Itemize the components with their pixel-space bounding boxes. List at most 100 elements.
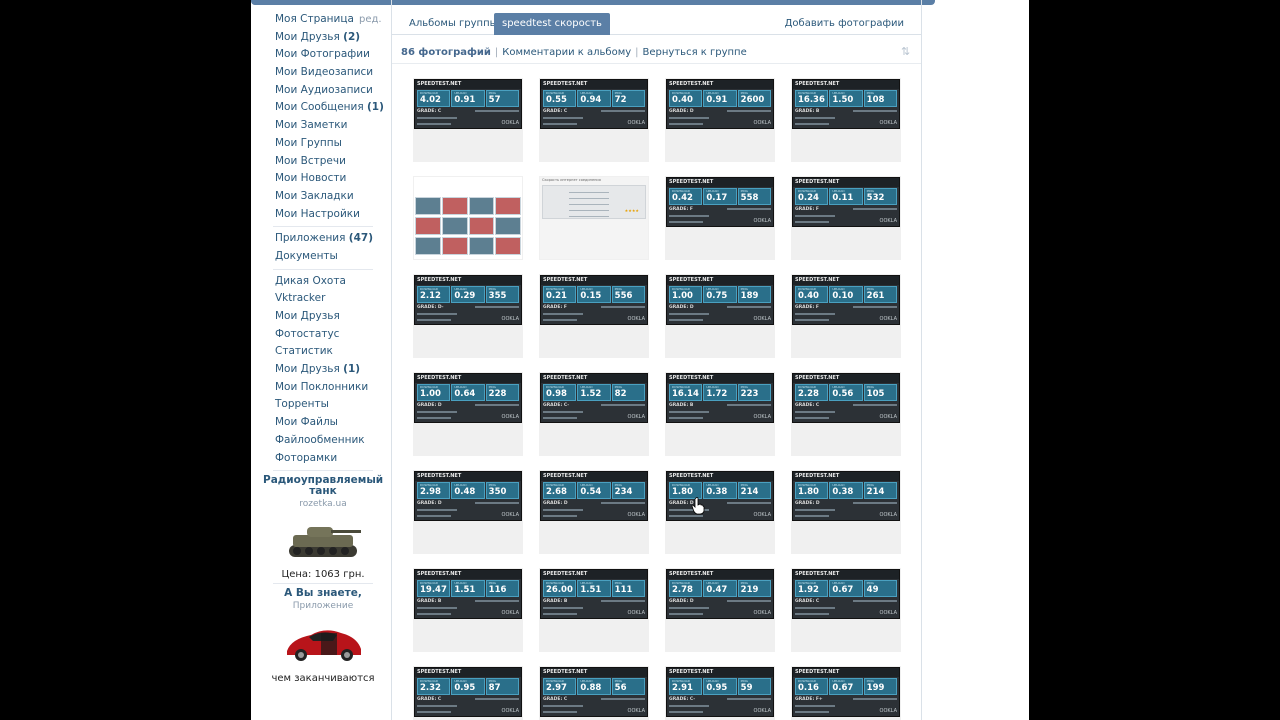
speedtest-up-value: 0.88 <box>580 684 601 693</box>
back-to-group-link[interactable]: Вернуться к группе <box>643 47 747 58</box>
sidebar-item-label: Мои Сообщения <box>275 101 364 114</box>
ad-block-tank[interactable]: Радиоуправляемый танк rozetka.ua Цена: 1… <box>263 475 383 581</box>
speedtest-ping-value: 72 <box>615 96 627 105</box>
add-photos-link[interactable]: Добавить фотографии <box>777 13 912 35</box>
photo-thumbnail[interactable]: SPEEDTEST.NET DOWNLOAD 16.14 UPLOAD 1.72 PING… <box>665 372 775 456</box>
speedtest-ping-box: PING 56 <box>611 678 645 695</box>
speedtest-values: DOWNLOAD 2.68 UPLOAD 0.54 PING 234 <box>543 482 645 499</box>
photo-thumbnail[interactable]: SPEEDTEST.NET DOWNLOAD 2.97 UPLOAD 0.88 PING 5… <box>539 666 649 720</box>
speedtest-up-box: UPLOAD 1.51 <box>451 580 485 597</box>
sidebar-item-app_links-4[interactable]: Статистик <box>263 343 383 361</box>
sidebar-item-app_links-6[interactable]: Мои Поклонники <box>263 379 383 397</box>
speedtest-up-box: UPLOAD 0.95 <box>451 678 485 695</box>
sidebar-item-links-7[interactable]: Мои Встречи <box>263 153 383 171</box>
sidebar-item-links-2[interactable]: Мои Видеозаписи <box>263 64 383 82</box>
speedtest-down-box: DOWNLOAD 1.92 <box>795 580 829 597</box>
photo-thumbnail[interactable]: SPEEDTEST.NET DOWNLOAD 1.80 UPLOAD 0.38 PING 2… <box>665 470 775 554</box>
edit-link[interactable]: ред. <box>359 11 382 29</box>
photo-thumbnail[interactable]: Скорость интернет соединения ★★★★ <box>539 176 649 260</box>
speedtest-up-box: UPLOAD 0.10 <box>829 286 863 303</box>
speedtest-result-image: SPEEDTEST.NET DOWNLOAD 2.98 UPLOAD 0.48 PING 3… <box>414 471 522 521</box>
photo-thumbnail[interactable]: SPEEDTEST.NET DOWNLOAD 0.40 UPLOAD 0.91 PING 2… <box>665 78 775 162</box>
speedtest-grade: GRADE: C- <box>543 403 570 408</box>
ad-block-app[interactable]: А Вы знаете, Приложение чем заканчиваютс… <box>263 588 383 685</box>
tab-speedtest-album[interactable]: speedtest скорость <box>494 13 610 35</box>
photo-thumbnail[interactable]: SPEEDTEST.NET DOWNLOAD 2.78 UPLOAD 0.47 PING 2… <box>665 568 775 652</box>
speedtest-up-box: UPLOAD 0.29 <box>451 286 485 303</box>
photo-thumbnail[interactable]: SPEEDTEST.NET DOWNLOAD 2.98 UPLOAD 0.48 PING 3… <box>413 470 523 554</box>
sidebar-item-app_links-9[interactable]: Файлообменник <box>263 432 383 450</box>
sidebar-item-my-page[interactable]: Моя Страница ред. <box>263 11 383 29</box>
speedtest-ping-value: 108 <box>867 96 885 105</box>
car-image[interactable] <box>281 617 365 667</box>
sidebar-item-app_links-8[interactable]: Мои Файлы <box>263 414 383 432</box>
sidebar-item-apps[interactable]: Приложения (47) <box>263 230 383 248</box>
photo-thumbnail[interactable]: SPEEDTEST.NET DOWNLOAD 0.21 UPLOAD 0.15 PING 5… <box>539 274 649 358</box>
sidebar-item-links-3[interactable]: Мои Аудиозаписи <box>263 82 383 100</box>
sidebar-item-app_links-0[interactable]: Дикая Охота <box>263 273 383 291</box>
photo-thumbnail[interactable] <box>413 176 523 260</box>
sidebar-item-app_links-10[interactable]: Фоторамки <box>263 450 383 468</box>
sidebar-item-app_links-2[interactable]: Мои Друзья <box>263 308 383 326</box>
speedtest-up-value: 0.95 <box>706 684 727 693</box>
value-text: 0.40 <box>798 291 819 301</box>
photo-thumbnail[interactable]: SPEEDTEST.NET DOWNLOAD 2.68 UPLOAD 0.54 PING 2… <box>539 470 649 554</box>
photo-thumbnail[interactable]: SPEEDTEST.NET DOWNLOAD 1.80 UPLOAD 0.38 PING 2… <box>791 470 901 554</box>
photo-thumbnail[interactable]: SPEEDTEST.NET DOWNLOAD 16.36 UPLOAD 1.50 PING… <box>791 78 901 162</box>
photo-thumbnail[interactable]: SPEEDTEST.NET DOWNLOAD 0.24 UPLOAD 0.11 PING 5… <box>791 176 901 260</box>
photo-thumbnail[interactable]: SPEEDTEST.NET DOWNLOAD 1.00 UPLOAD 0.75 PING 1… <box>665 274 775 358</box>
sidebar-item-links-1[interactable]: Мои Фотографии <box>263 46 383 64</box>
info-line <box>475 502 519 504</box>
sidebar-item-app_links-7[interactable]: Торренты <box>263 396 383 414</box>
collage-tile <box>495 197 521 215</box>
sidebar-item-app_links-1[interactable]: Vktracker <box>263 290 383 308</box>
photo-thumbnail[interactable]: SPEEDTEST.NET DOWNLOAD 2.91 UPLOAD 0.95 PING 5… <box>665 666 775 720</box>
speedtest-logo: SPEEDTEST.NET <box>543 473 588 479</box>
sidebar-item-links-10[interactable]: Мои Настройки <box>263 206 383 224</box>
photo-thumbnail[interactable]: SPEEDTEST.NET DOWNLOAD 1.92 UPLOAD 0.67 PING 4… <box>791 568 901 652</box>
sidebar-item-links-5[interactable]: Мои Заметки <box>263 117 383 135</box>
info-line <box>601 600 645 602</box>
value-text: 0.17 <box>706 193 728 203</box>
sort-icon[interactable]: ⇅ <box>901 46 913 58</box>
sidebar-item-app_links-3[interactable]: Фотостатус <box>263 326 383 344</box>
speedtest-result-image: SPEEDTEST.NET DOWNLOAD 0.16 UPLOAD 0.67 PING 1… <box>792 667 900 717</box>
sidebar-item-label: Статистик <box>275 345 333 358</box>
speedtest-result-image: SPEEDTEST.NET DOWNLOAD 0.42 UPLOAD 0.17 PING 5… <box>666 177 774 227</box>
speedtest-header: SPEEDTEST.NET <box>541 472 647 481</box>
photo-thumbnail[interactable]: SPEEDTEST.NET DOWNLOAD 19.47 UPLOAD 1.51 PING… <box>413 568 523 652</box>
album-comments-link[interactable]: Комментарии к альбому <box>502 47 631 58</box>
sidebar-item-links-0[interactable]: Мои Друзья (2) <box>263 29 383 47</box>
sidebar-item-app_links-5[interactable]: Мои Друзья (1) <box>263 361 383 379</box>
sidebar-item-links-4[interactable]: Мои Сообщения (1) <box>263 99 384 117</box>
photo-thumbnail[interactable]: SPEEDTEST.NET DOWNLOAD 0.42 UPLOAD 0.17 PING 5… <box>665 176 775 260</box>
photo-thumbnail[interactable]: SPEEDTEST.NET DOWNLOAD 26.00 UPLOAD 1.51 PING… <box>539 568 649 652</box>
speedtest-logo: SPEEDTEST.NET <box>543 669 588 675</box>
photo-thumbnail[interactable]: SPEEDTEST.NET DOWNLOAD 0.40 UPLOAD 0.10 PING 2… <box>791 274 901 358</box>
value-text: 16.14 <box>672 389 699 399</box>
speedtest-result-image: SPEEDTEST.NET DOWNLOAD 2.68 UPLOAD 0.54 PING 2… <box>540 471 648 521</box>
tank-image[interactable] <box>281 515 365 565</box>
speedtest-down-value: 0.24 <box>798 194 819 203</box>
photo-thumbnail[interactable]: SPEEDTEST.NET DOWNLOAD 0.16 UPLOAD 0.67 PING 1… <box>791 666 901 720</box>
sidebar-item-links-9[interactable]: Мои Закладки <box>263 188 383 206</box>
photo-thumbnail[interactable]: SPEEDTEST.NET DOWNLOAD 2.12 UPLOAD 0.29 PING 3… <box>413 274 523 358</box>
collage-tile <box>441 237 468 255</box>
photo-thumbnail[interactable]: SPEEDTEST.NET DOWNLOAD 0.55 UPLOAD 0.94 PING 7… <box>539 78 649 162</box>
sidebar-item-links-6[interactable]: Мои Группы <box>263 135 383 153</box>
photo-thumbnail[interactable]: SPEEDTEST.NET DOWNLOAD 4.02 UPLOAD 0.91 PING 5… <box>413 78 523 162</box>
sidebar-item-links-8[interactable]: Мои Новости <box>263 170 383 188</box>
speedtest-logo: SPEEDTEST.NET <box>543 571 588 577</box>
tab-group-albums[interactable]: Альбомы группы <box>401 13 506 35</box>
ookla-logo: OOKLA <box>753 414 771 420</box>
photo-thumbnail[interactable]: SPEEDTEST.NET DOWNLOAD 2.28 UPLOAD 0.56 PING 1… <box>791 372 901 456</box>
value-text: 0.42 <box>672 193 693 203</box>
speedtest-up-box: UPLOAD 0.38 <box>829 482 863 499</box>
ad-title[interactable]: Радиоуправляемый танк <box>263 475 383 497</box>
sidebar-item-docs[interactable]: Документы <box>263 248 383 266</box>
photo-thumbnail[interactable]: SPEEDTEST.NET DOWNLOAD 0.98 UPLOAD 1.52 PING 8… <box>539 372 649 456</box>
speedtest-header: SPEEDTEST.NET <box>541 374 647 383</box>
photo-thumbnail[interactable]: SPEEDTEST.NET DOWNLOAD 1.00 UPLOAD 0.64 PING 2… <box>413 372 523 456</box>
photo-thumbnail[interactable]: SPEEDTEST.NET DOWNLOAD 2.32 UPLOAD 0.95 PING 8… <box>413 666 523 720</box>
ad-title[interactable]: А Вы знаете, <box>263 588 383 599</box>
